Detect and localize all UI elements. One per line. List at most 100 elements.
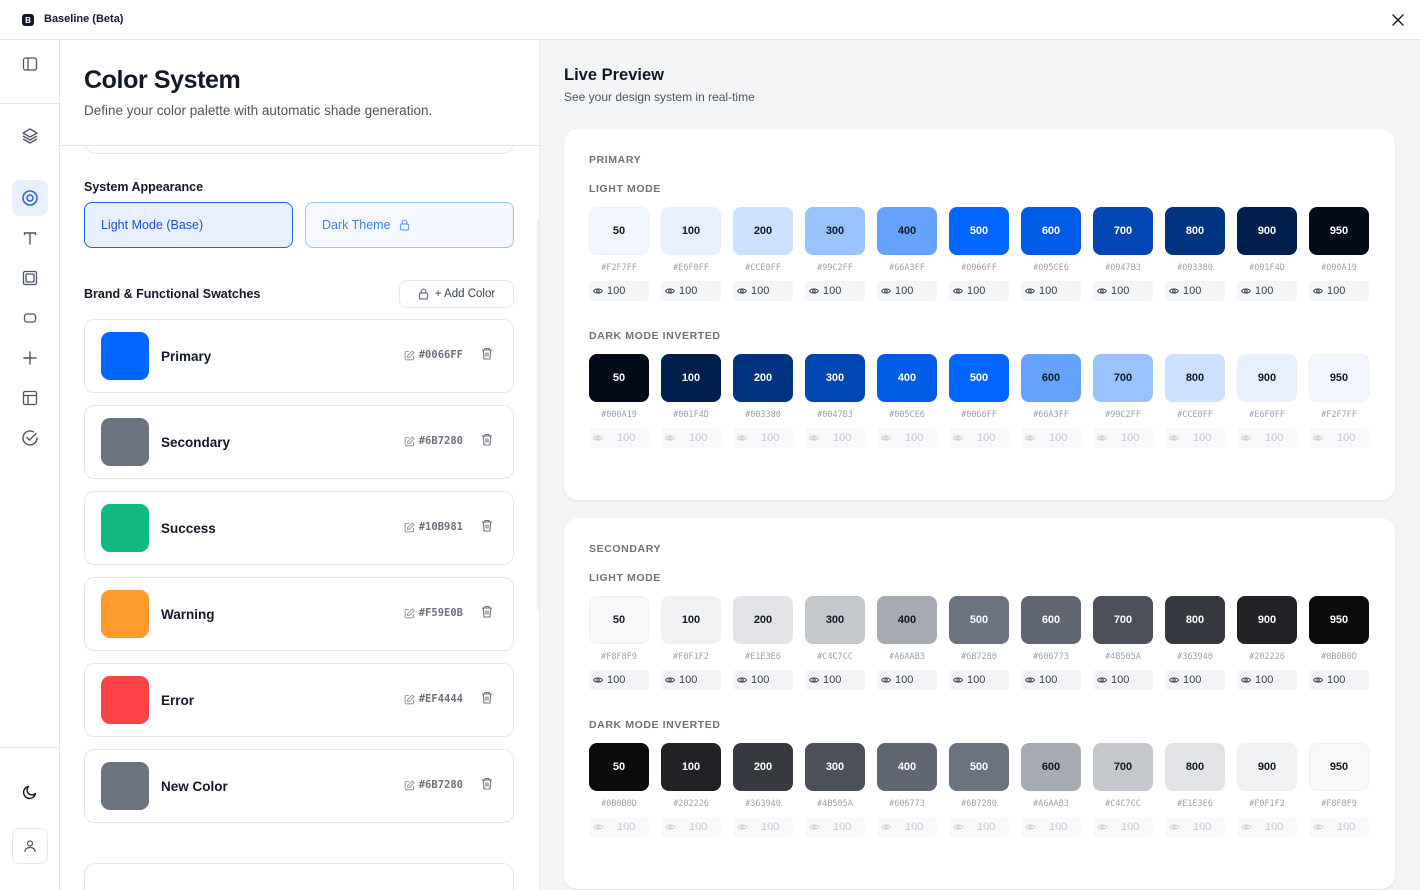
opacity-pill[interactable]: 100 <box>733 817 793 837</box>
shade-color-box[interactable]: 700 <box>1093 354 1153 402</box>
shade-color-box[interactable]: 400 <box>877 207 937 255</box>
shade-color-box[interactable]: 950 <box>1309 207 1369 255</box>
opacity-pill[interactable]: 100 <box>1165 428 1225 448</box>
swatch-hex-edit[interactable]: #F59E0B <box>404 607 463 619</box>
shade-swatch[interactable]: 900 #001F4D 100 <box>1237 207 1297 301</box>
shade-color-box[interactable]: 900 <box>1237 207 1297 255</box>
swatch-card[interactable]: Secondary #6B7280 <box>84 405 514 479</box>
shade-swatch[interactable]: 950 #F8F8F9 100 <box>1309 743 1369 837</box>
opacity-pill[interactable]: 100 <box>1165 670 1225 690</box>
shade-swatch[interactable]: 400 #005CE6 100 <box>877 354 937 448</box>
swatch-color-chip[interactable] <box>101 418 149 466</box>
opacity-pill[interactable]: 100 <box>1093 670 1153 690</box>
shade-color-box[interactable]: 600 <box>1021 354 1081 402</box>
shade-color-box[interactable]: 500 <box>949 743 1009 791</box>
shade-color-box[interactable]: 300 <box>805 354 865 402</box>
opacity-pill[interactable]: 100 <box>949 670 1009 690</box>
swatch-hex-edit[interactable]: #10B981 <box>404 521 463 533</box>
opacity-pill[interactable]: 100 <box>949 817 1009 837</box>
swatch-hex-edit[interactable]: #EF4444 <box>404 693 463 705</box>
shade-color-box[interactable]: 300 <box>805 207 865 255</box>
shade-color-box[interactable]: 400 <box>877 743 937 791</box>
shade-color-box[interactable]: 100 <box>661 207 721 255</box>
shade-swatch[interactable]: 300 #C4C7CC 100 <box>805 596 865 690</box>
shade-color-box[interactable]: 300 <box>805 743 865 791</box>
shade-swatch[interactable]: 600 #A6AAB3 100 <box>1021 743 1081 837</box>
opacity-pill[interactable]: 100 <box>1093 817 1153 837</box>
shade-swatch[interactable]: 700 #4B505A 100 <box>1093 596 1153 690</box>
swatch-hex-edit[interactable]: #0066FF <box>404 349 463 361</box>
shade-swatch[interactable]: 500 #6B7280 100 <box>949 743 1009 837</box>
opacity-pill[interactable]: 100 <box>1309 281 1369 301</box>
shade-color-box[interactable]: 950 <box>1309 354 1369 402</box>
swatch-color-chip[interactable] <box>101 762 149 810</box>
shade-color-box[interactable]: 50 <box>589 596 649 644</box>
shade-color-box[interactable]: 50 <box>589 354 649 402</box>
swatch-card[interactable]: Primary #0066FF <box>84 319 514 393</box>
shade-swatch[interactable]: 900 #E6F0FF 100 <box>1237 354 1297 448</box>
shade-color-box[interactable]: 500 <box>949 354 1009 402</box>
shade-color-box[interactable]: 600 <box>1021 207 1081 255</box>
opacity-pill[interactable]: 100 <box>877 428 937 448</box>
shade-swatch[interactable]: 500 #0066FF 100 <box>949 207 1009 301</box>
opacity-pill[interactable]: 100 <box>949 428 1009 448</box>
delete-swatch-button[interactable] <box>481 347 493 365</box>
shade-swatch[interactable]: 950 #000A19 100 <box>1309 207 1369 301</box>
shade-color-box[interactable]: 200 <box>733 743 793 791</box>
shade-swatch[interactable]: 200 #CCE0FF 100 <box>733 207 793 301</box>
shade-swatch[interactable]: 800 #363940 100 <box>1165 596 1225 690</box>
shade-swatch[interactable]: 600 #606773 100 <box>1021 596 1081 690</box>
sidebar-toggle-button[interactable] <box>12 46 48 82</box>
shade-color-box[interactable]: 500 <box>949 207 1009 255</box>
delete-swatch-button[interactable] <box>481 777 493 795</box>
shade-color-box[interactable]: 400 <box>877 596 937 644</box>
opacity-pill[interactable]: 100 <box>877 281 937 301</box>
sidebar-item-colors[interactable] <box>12 180 48 216</box>
shade-swatch[interactable]: 700 #0047B3 100 <box>1093 207 1153 301</box>
sidebar-item-radius[interactable] <box>12 300 48 336</box>
add-color-button[interactable]: + Add Color <box>399 280 514 308</box>
sidebar-item-layout[interactable] <box>12 380 48 416</box>
shade-swatch[interactable]: 100 #E6F0FF 100 <box>661 207 721 301</box>
shade-color-box[interactable]: 900 <box>1237 354 1297 402</box>
shade-color-box[interactable]: 900 <box>1237 596 1297 644</box>
opacity-pill[interactable]: 100 <box>1021 281 1081 301</box>
swatch-hex-edit[interactable]: #6B7280 <box>404 435 463 447</box>
shade-swatch[interactable]: 50 #0B0B0D 100 <box>589 743 649 837</box>
opacity-pill[interactable]: 100 <box>1309 428 1369 448</box>
shade-swatch[interactable]: 500 #0066FF 100 <box>949 354 1009 448</box>
shade-swatch[interactable]: 950 #0B0B0D 100 <box>1309 596 1369 690</box>
shade-color-box[interactable]: 900 <box>1237 743 1297 791</box>
shade-color-box[interactable]: 800 <box>1165 354 1225 402</box>
swatch-color-chip[interactable] <box>101 590 149 638</box>
opacity-pill[interactable]: 100 <box>805 670 865 690</box>
sidebar-item-add[interactable] <box>12 340 48 376</box>
swatch-color-chip[interactable] <box>101 504 149 552</box>
shade-color-box[interactable]: 700 <box>1093 743 1153 791</box>
delete-swatch-button[interactable] <box>481 433 493 451</box>
shade-swatch[interactable]: 100 #202226 100 <box>661 743 721 837</box>
shade-swatch[interactable]: 300 #4B505A 100 <box>805 743 865 837</box>
shade-color-box[interactable]: 800 <box>1165 743 1225 791</box>
opacity-pill[interactable]: 100 <box>1309 670 1369 690</box>
opacity-pill[interactable]: 100 <box>949 281 1009 301</box>
shade-swatch[interactable]: 700 #99C2FF 100 <box>1093 354 1153 448</box>
shade-color-box[interactable]: 800 <box>1165 596 1225 644</box>
swatch-hex-edit[interactable]: #6B7280 <box>404 779 463 791</box>
opacity-pill[interactable]: 100 <box>661 817 721 837</box>
shade-swatch[interactable]: 400 #A6AAB3 100 <box>877 596 937 690</box>
sidebar-item-layers[interactable] <box>12 118 48 154</box>
opacity-pill[interactable]: 100 <box>805 281 865 301</box>
shade-color-box[interactable]: 950 <box>1309 743 1369 791</box>
opacity-pill[interactable]: 100 <box>661 428 721 448</box>
sidebar-item-typography[interactable] <box>12 220 48 256</box>
delete-swatch-button[interactable] <box>481 519 493 537</box>
opacity-pill[interactable]: 100 <box>1093 281 1153 301</box>
shade-color-box[interactable]: 50 <box>589 207 649 255</box>
shade-swatch[interactable]: 100 #001F4D 100 <box>661 354 721 448</box>
swatch-color-chip[interactable] <box>101 332 149 380</box>
shade-swatch[interactable]: 50 #F2F7FF 100 <box>589 207 649 301</box>
opacity-pill[interactable]: 100 <box>1237 817 1297 837</box>
shade-swatch[interactable]: 200 #003380 100 <box>733 354 793 448</box>
shade-color-box[interactable]: 800 <box>1165 207 1225 255</box>
